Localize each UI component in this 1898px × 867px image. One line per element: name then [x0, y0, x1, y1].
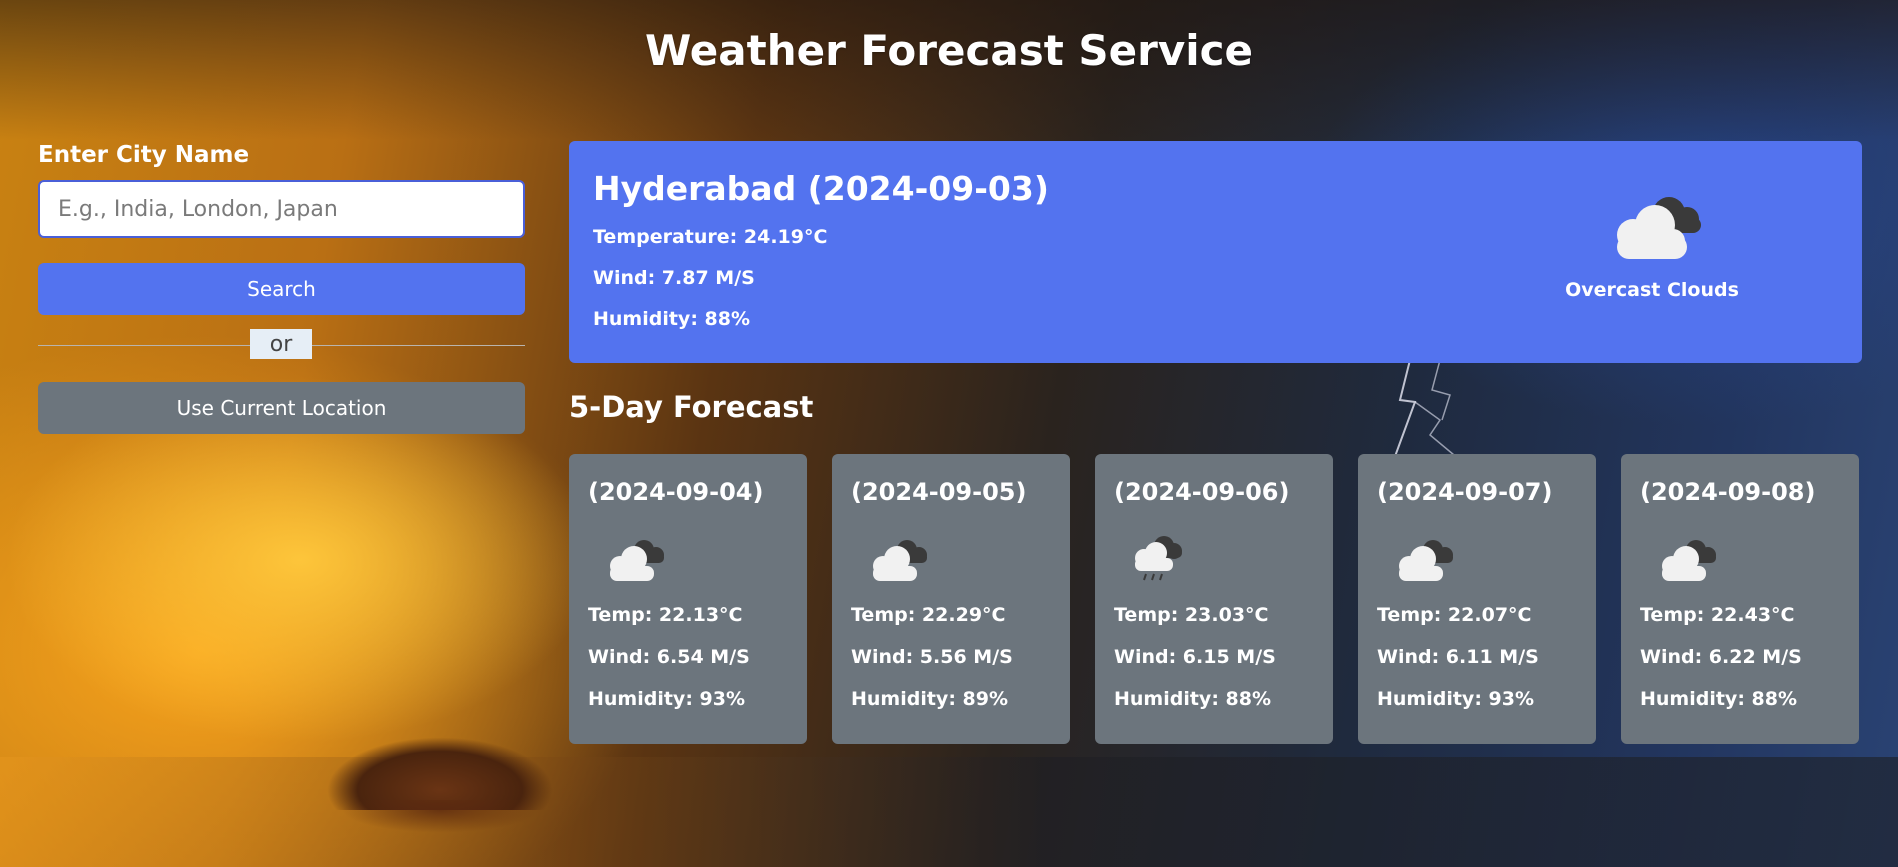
forecast-temp: Temp: 23.03°C	[1114, 604, 1269, 626]
city-input[interactable]	[38, 180, 525, 238]
forecast-humidity: Humidity: 89%	[851, 688, 1009, 710]
forecast-day-card: (2024-09-04) Temp: 22.13°C Wind: 6.54 M/…	[569, 454, 807, 744]
search-panel: Enter City Name Search or Use Current Lo…	[38, 142, 525, 434]
use-current-location-button[interactable]: Use Current Location	[38, 382, 525, 434]
overcast-clouds-icon	[1617, 197, 1701, 259]
forecast-title: 5-Day Forecast	[569, 390, 814, 424]
forecast-temp: Temp: 22.43°C	[1640, 604, 1795, 626]
forecast-day-card: (2024-09-05) Temp: 22.29°C Wind: 5.56 M/…	[832, 454, 1070, 744]
current-description: Overcast Clouds	[1565, 279, 1739, 301]
broken-clouds-icon	[1662, 540, 1716, 581]
forecast-wind: Wind: 6.11 M/S	[1377, 646, 1539, 668]
broken-clouds-icon	[610, 540, 664, 581]
city-input-label: Enter City Name	[38, 142, 250, 168]
forecast-day-card: (2024-09-08) Temp: 22.43°C Wind: 6.22 M/…	[1621, 454, 1859, 744]
forecast-temp: Temp: 22.29°C	[851, 604, 1006, 626]
or-label: or	[250, 329, 312, 359]
forecast-wind: Wind: 5.56 M/S	[851, 646, 1013, 668]
forecast-date: (2024-09-08)	[1640, 478, 1816, 506]
forecast-date: (2024-09-07)	[1377, 478, 1553, 506]
forecast-humidity: Humidity: 88%	[1114, 688, 1272, 710]
forecast-humidity: Humidity: 93%	[588, 688, 746, 710]
forecast-temp: Temp: 22.07°C	[1377, 604, 1532, 626]
broken-clouds-icon	[1399, 540, 1453, 581]
rain-cloud-icon	[1135, 536, 1182, 581]
forecast-temp: Temp: 22.13°C	[588, 604, 743, 626]
current-condition: Overcast Clouds	[1552, 183, 1752, 301]
forecast-wind: Wind: 6.15 M/S	[1114, 646, 1276, 668]
broken-clouds-icon	[873, 540, 927, 581]
forecast-humidity: Humidity: 93%	[1377, 688, 1535, 710]
or-divider: or	[38, 327, 525, 363]
forecast-wind: Wind: 6.22 M/S	[1640, 646, 1802, 668]
forecast-day-card: (2024-09-06) Temp: 23.03°C Wind: 6.15 M/…	[1095, 454, 1333, 744]
forecast-list: (2024-09-04) Temp: 22.13°C Wind: 6.54 M/…	[569, 454, 1862, 744]
weather-app: Weather Forecast Service Enter City Name…	[0, 0, 1898, 867]
forecast-wind: Wind: 6.54 M/S	[588, 646, 750, 668]
forecast-day-card: (2024-09-07) Temp: 22.07°C Wind: 6.11 M/…	[1358, 454, 1596, 744]
forecast-date: (2024-09-06)	[1114, 478, 1290, 506]
forecast-date: (2024-09-05)	[851, 478, 1027, 506]
current-weather-card: Hyderabad (2024-09-03) Temperature: 24.1…	[569, 141, 1862, 363]
forecast-humidity: Humidity: 88%	[1640, 688, 1798, 710]
search-button[interactable]: Search	[38, 263, 525, 315]
current-humidity: Humidity: 88%	[593, 308, 751, 330]
forecast-date: (2024-09-04)	[588, 478, 764, 506]
page-title: Weather Forecast Service	[644, 26, 1254, 75]
